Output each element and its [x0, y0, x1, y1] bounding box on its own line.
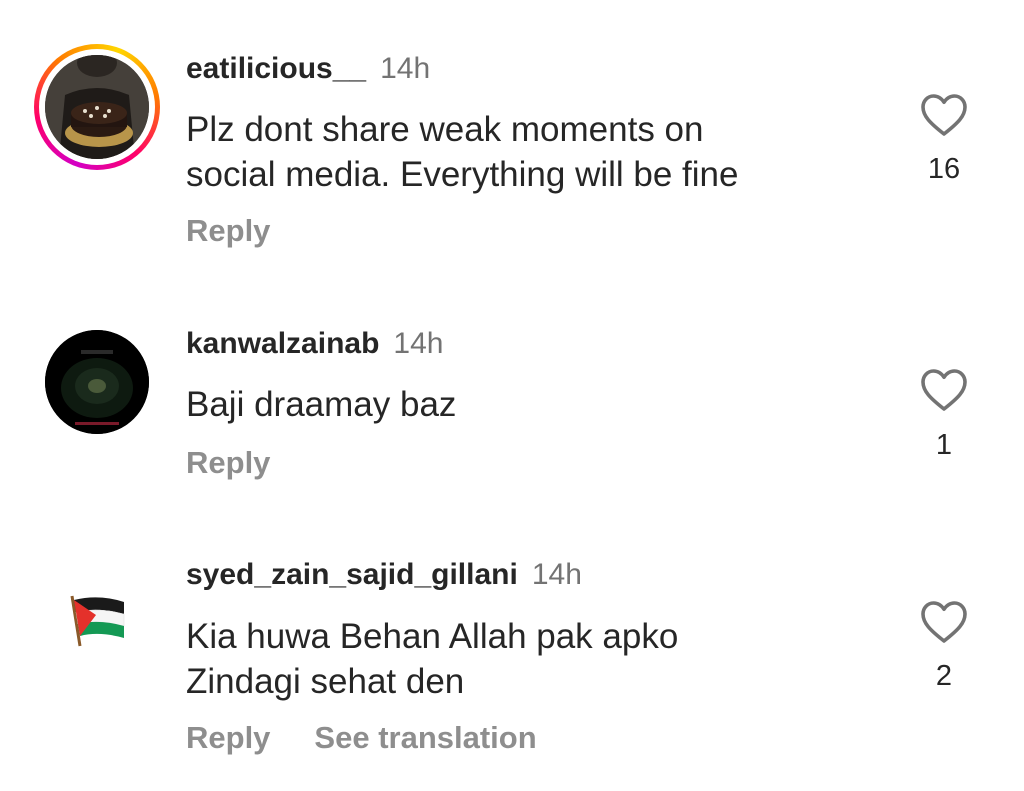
timestamp: 14h	[380, 52, 431, 85]
username-link[interactable]: syed_zain_sajid_gillani	[186, 558, 518, 591]
heart-icon[interactable]	[920, 368, 968, 412]
heart-icon[interactable]	[920, 600, 968, 644]
like-count: 16	[927, 153, 961, 185]
palestine-flag-avatar-icon[interactable]	[64, 590, 130, 650]
username-link[interactable]: eatilicious__	[186, 52, 366, 85]
reply-button[interactable]: Reply	[186, 213, 270, 248]
heart-icon[interactable]	[920, 93, 968, 137]
comment-text-line: Kia huwa Behan Allah pak apko	[186, 617, 679, 656]
comment-header: kanwalzainab 14h	[186, 327, 443, 361]
cake-photo-avatar-icon	[45, 55, 149, 159]
comment-header: syed_zain_sajid_gillani 14h	[186, 558, 582, 592]
comment-actions: Reply See translation	[186, 720, 581, 756]
avatar[interactable]	[45, 55, 149, 159]
comment-text: Baji draamay baz	[186, 382, 886, 427]
comment-text-line: Zindagi sehat den	[186, 662, 465, 701]
username-link[interactable]: kanwalzainab	[186, 327, 379, 360]
reply-button[interactable]: Reply	[186, 720, 270, 755]
like-count: 1	[935, 429, 953, 461]
timestamp: 14h	[393, 327, 444, 360]
avatar[interactable]	[45, 330, 149, 434]
timestamp: 14h	[531, 558, 582, 591]
see-translation-button[interactable]: See translation	[314, 720, 536, 755]
comment-text-line: Baji draamay baz	[186, 385, 457, 424]
comment-actions: Reply	[186, 213, 314, 249]
comment-text: Plz dont share weak moments on social me…	[186, 107, 886, 197]
comment-text-line: Plz dont share weak moments on	[186, 110, 704, 149]
dark-photo-avatar-icon	[45, 330, 149, 434]
reply-button[interactable]: Reply	[186, 445, 270, 480]
comment-header: eatilicious__ 14h	[186, 52, 430, 86]
comment-text: Kia huwa Behan Allah pak apko Zindagi se…	[186, 614, 886, 704]
comment-actions: Reply	[186, 445, 314, 481]
comment-text-line: social media. Everything will be fine	[186, 155, 739, 194]
like-count: 2	[935, 660, 953, 692]
